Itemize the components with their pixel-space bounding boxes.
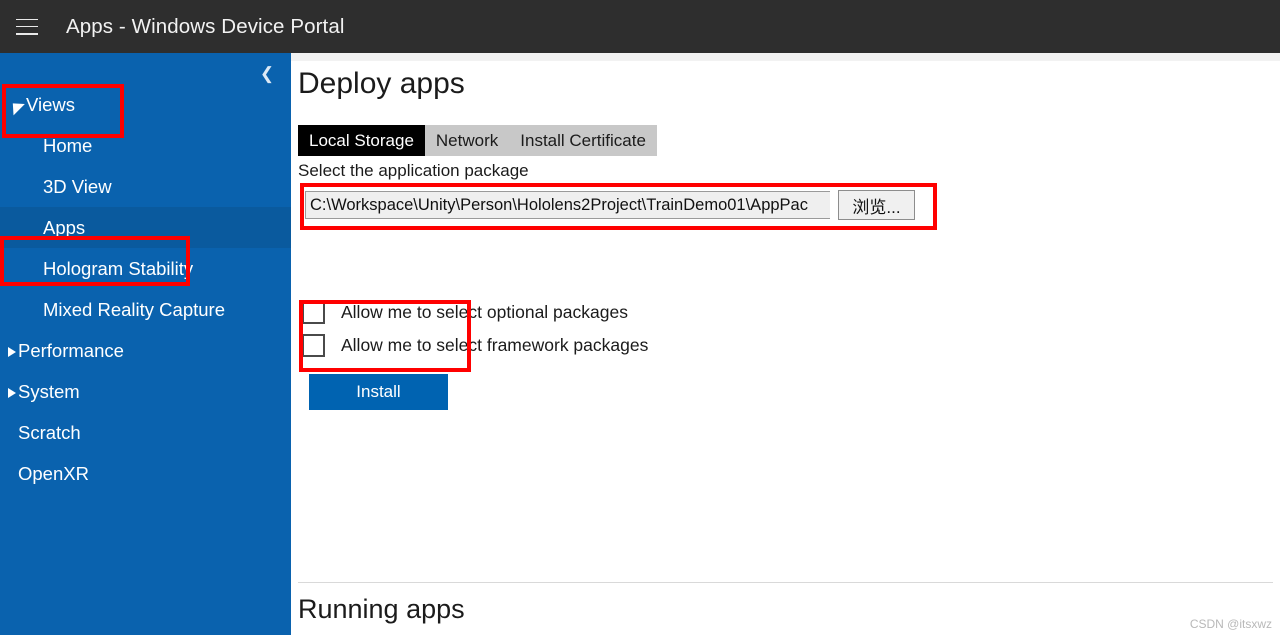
page-title: Deploy apps xyxy=(298,67,465,100)
package-path-row: C:\Workspace\Unity\Person\Hololens2Proje… xyxy=(305,190,915,220)
window-title: Apps - Windows Device Portal xyxy=(66,14,345,38)
chevron-left-icon[interactable]: ❮ xyxy=(255,61,279,85)
tab-local-storage[interactable]: Local Storage xyxy=(298,125,425,156)
optional-packages-label: Allow me to select optional packages xyxy=(341,302,628,322)
triangle-expanded-icon xyxy=(7,97,25,116)
sidebar-item-scratch-label: Scratch xyxy=(18,421,81,443)
package-path-input[interactable]: C:\Workspace\Unity\Person\Hololens2Proje… xyxy=(305,191,830,219)
package-field-label: Select the application package xyxy=(298,161,529,180)
install-button[interactable]: Install xyxy=(309,374,448,410)
content-top-strip xyxy=(291,53,1280,61)
optional-packages-row: Allow me to select optional packages xyxy=(302,301,628,324)
device-portal-window: Apps - Windows Device Portal ❮ Views Hom… xyxy=(0,0,1280,635)
browse-button[interactable]: 浏览... xyxy=(838,190,915,220)
sidebar-nav: Views Home 3D View Apps Hologram Stabili… xyxy=(0,84,291,494)
framework-packages-checkbox[interactable] xyxy=(302,334,325,357)
sidebar-item-3d-view[interactable]: 3D View xyxy=(0,166,291,207)
hamburger-icon[interactable] xyxy=(16,18,38,35)
sidebar-item-hologram-stability-label: Hologram Stability xyxy=(43,257,194,279)
title-bar: Apps - Windows Device Portal xyxy=(0,0,1280,53)
framework-packages-row: Allow me to select framework packages xyxy=(302,334,648,357)
watermark: CSDN @itsxwz xyxy=(1189,617,1272,631)
sidebar-item-hologram-stability[interactable]: Hologram Stability xyxy=(0,248,291,289)
main-content: Deploy apps Local Storage Network Instal… xyxy=(291,61,1280,635)
sidebar: ❮ Views Home 3D View Apps Hologram Stabi… xyxy=(0,53,291,635)
sidebar-item-apps-label: Apps xyxy=(43,216,86,238)
sidebar-item-scratch[interactable]: Scratch xyxy=(0,412,291,453)
section-divider xyxy=(298,582,1273,583)
tab-network[interactable]: Network xyxy=(424,125,510,156)
optional-packages-checkbox[interactable] xyxy=(302,301,325,324)
sidebar-group-system-label: System xyxy=(18,380,80,402)
sidebar-item-home[interactable]: Home xyxy=(0,125,291,166)
sidebar-group-performance-label: Performance xyxy=(18,339,124,361)
sidebar-item-apps[interactable]: Apps xyxy=(0,207,291,248)
running-apps-title: Running apps xyxy=(298,594,465,624)
triangle-collapsed-icon xyxy=(8,387,16,398)
tab-install-certificate[interactable]: Install Certificate xyxy=(509,125,657,156)
sidebar-item-home-label: Home xyxy=(43,134,93,156)
sidebar-item-openxr[interactable]: OpenXR xyxy=(0,453,291,494)
sidebar-item-3d-view-label: 3D View xyxy=(43,175,112,197)
deploy-tabs: Local Storage Network Install Certificat… xyxy=(298,125,657,156)
sidebar-group-performance[interactable]: Performance xyxy=(0,330,291,371)
sidebar-item-openxr-label: OpenXR xyxy=(18,462,89,484)
sidebar-item-mixed-reality-capture[interactable]: Mixed Reality Capture xyxy=(0,289,291,330)
sidebar-group-system[interactable]: System xyxy=(0,371,291,412)
sidebar-item-mixed-reality-capture-label: Mixed Reality Capture xyxy=(43,298,225,320)
sidebar-group-views-label: Views xyxy=(26,93,76,115)
triangle-collapsed-icon xyxy=(8,346,16,357)
framework-packages-label: Allow me to select framework packages xyxy=(341,335,649,355)
sidebar-group-views[interactable]: Views xyxy=(0,84,291,125)
